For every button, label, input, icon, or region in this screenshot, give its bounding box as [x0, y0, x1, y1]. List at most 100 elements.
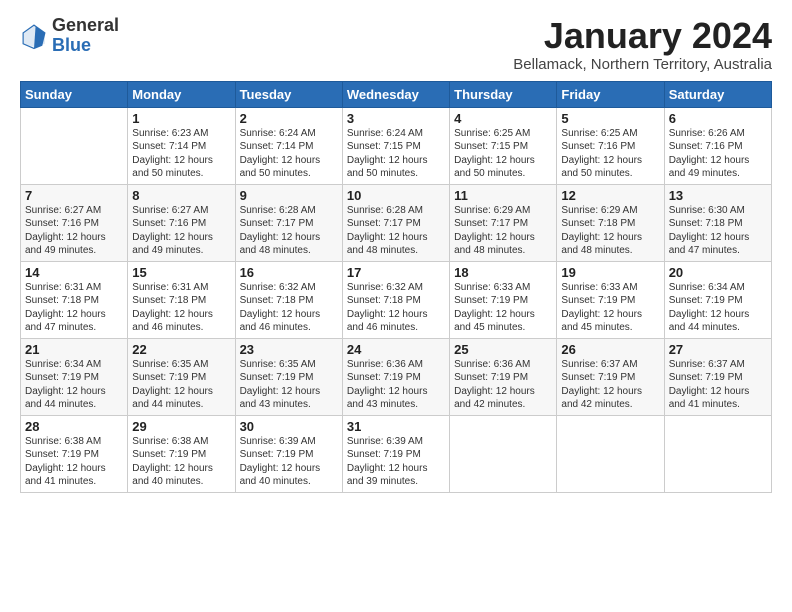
- calendar-cell: 24 Sunrise: 6:36 AMSunset: 7:19 PMDayligh…: [342, 338, 449, 415]
- day-info: Sunrise: 6:32 AMSunset: 7:18 PMDaylight:…: [240, 282, 321, 334]
- day-info: Sunrise: 6:28 AMSunset: 7:17 PMDaylight:…: [347, 205, 428, 257]
- calendar-week-1: 7 Sunrise: 6:27 AMSunset: 7:16 PMDaylight…: [21, 184, 772, 261]
- day-info: Sunrise: 6:27 AMSunset: 7:16 PMDaylight:…: [132, 205, 213, 257]
- logo-general-text: General: [52, 16, 119, 36]
- calendar-cell: 27 Sunrise: 6:37 AMSunset: 7:19 PMDayligh…: [664, 338, 771, 415]
- calendar-cell: 29Sunrise: 6:38 AMSunset: 7:19 PMDayligh…: [128, 415, 235, 492]
- day-info: Sunrise: 6:32 AMSunset: 7:18 PMDaylight:…: [347, 282, 428, 334]
- day-info: Sunrise: 6:29 AMSunset: 7:17 PMDaylight:…: [454, 205, 535, 257]
- calendar-cell: 31 Sunrise: 6:39 AMSunset: 7:19 PMDayligh…: [342, 415, 449, 492]
- day-info: Sunrise: 6:37 AMSunset: 7:19 PMDaylight:…: [669, 359, 750, 411]
- col-friday: Friday: [557, 81, 664, 107]
- day-info: Sunrise: 6:33 AMSunset: 7:19 PMDaylight:…: [454, 282, 535, 334]
- day-info: Sunrise: 6:26 AMSunset: 7:16 PMDaylight:…: [669, 128, 750, 180]
- calendar-cell: 6Sunrise: 6:26 AMSunset: 7:16 PMDaylight…: [664, 107, 771, 184]
- day-info: Sunrise: 6:28 AMSunset: 7:17 PMDaylight:…: [240, 205, 321, 257]
- logo-text: General Blue: [52, 16, 119, 56]
- day-info: Sunrise: 6:39 AMSunset: 7:19 PMDaylight:…: [240, 436, 321, 488]
- day-number: 18: [454, 265, 552, 280]
- day-number: 5: [561, 111, 659, 126]
- day-info: Sunrise: 6:38 AMSunset: 7:19 PMDaylight:…: [25, 436, 106, 488]
- day-number: 20: [669, 265, 767, 280]
- header: General Blue January 2024 Bellamack, Nor…: [20, 16, 772, 73]
- calendar-cell: [664, 415, 771, 492]
- day-info: Sunrise: 6:31 AMSunset: 7:18 PMDaylight:…: [132, 282, 213, 334]
- day-info: Sunrise: 6:24 AMSunset: 7:15 PMDaylight:…: [347, 128, 428, 180]
- day-number: 25: [454, 342, 552, 357]
- day-number: 28: [25, 419, 123, 434]
- day-number: 9: [240, 188, 338, 203]
- day-number: 7: [25, 188, 123, 203]
- logo-icon: [20, 22, 48, 50]
- day-info: Sunrise: 6:37 AMSunset: 7:19 PMDaylight:…: [561, 359, 642, 411]
- calendar-week-2: 14 Sunrise: 6:31 AMSunset: 7:18 PMDayligh…: [21, 261, 772, 338]
- calendar-header: Sunday Monday Tuesday Wednesday Thursday…: [21, 81, 772, 107]
- day-number: 22: [132, 342, 230, 357]
- calendar-cell: 28 Sunrise: 6:38 AMSunset: 7:19 PMDayligh…: [21, 415, 128, 492]
- page: General Blue January 2024 Bellamack, Nor…: [0, 0, 792, 503]
- calendar-cell: 19 Sunrise: 6:33 AMSunset: 7:19 PMDayligh…: [557, 261, 664, 338]
- day-number: 12: [561, 188, 659, 203]
- header-row: Sunday Monday Tuesday Wednesday Thursday…: [21, 81, 772, 107]
- calendar-cell: 14 Sunrise: 6:31 AMSunset: 7:18 PMDayligh…: [21, 261, 128, 338]
- day-info: Sunrise: 6:36 AMSunset: 7:19 PMDaylight:…: [347, 359, 428, 411]
- calendar-cell: 4Sunrise: 6:25 AMSunset: 7:15 PMDaylight…: [450, 107, 557, 184]
- day-info: Sunrise: 6:35 AMSunset: 7:19 PMDaylight:…: [240, 359, 321, 411]
- day-number: 17: [347, 265, 445, 280]
- day-number: 14: [25, 265, 123, 280]
- calendar-cell: 8 Sunrise: 6:27 AMSunset: 7:16 PMDaylight…: [128, 184, 235, 261]
- day-number: 4: [454, 111, 552, 126]
- calendar-cell: [21, 107, 128, 184]
- day-number: 13: [669, 188, 767, 203]
- day-number: 10: [347, 188, 445, 203]
- day-info: Sunrise: 6:29 AMSunset: 7:18 PMDaylight:…: [561, 205, 642, 257]
- logo: General Blue: [20, 16, 119, 56]
- calendar-week-3: 21Sunrise: 6:34 AMSunset: 7:19 PMDayligh…: [21, 338, 772, 415]
- col-tuesday: Tuesday: [235, 81, 342, 107]
- calendar-cell: 21Sunrise: 6:34 AMSunset: 7:19 PMDayligh…: [21, 338, 128, 415]
- calendar-cell: 16Sunrise: 6:32 AMSunset: 7:18 PMDayligh…: [235, 261, 342, 338]
- calendar-cell: 18 Sunrise: 6:33 AMSunset: 7:19 PMDayligh…: [450, 261, 557, 338]
- day-number: 15: [132, 265, 230, 280]
- day-info: Sunrise: 6:23 AMSunset: 7:14 PMDaylight:…: [132, 128, 213, 180]
- calendar-cell: 22 Sunrise: 6:35 AMSunset: 7:19 PMDayligh…: [128, 338, 235, 415]
- calendar-week-0: 1Sunrise: 6:23 AMSunset: 7:14 PMDaylight…: [21, 107, 772, 184]
- calendar-cell: 15 Sunrise: 6:31 AMSunset: 7:18 PMDayligh…: [128, 261, 235, 338]
- month-title: January 2024: [513, 16, 772, 56]
- logo-blue-text: Blue: [52, 36, 119, 56]
- col-wednesday: Wednesday: [342, 81, 449, 107]
- day-number: 19: [561, 265, 659, 280]
- day-info: Sunrise: 6:36 AMSunset: 7:19 PMDaylight:…: [454, 359, 535, 411]
- day-info: Sunrise: 6:33 AMSunset: 7:19 PMDaylight:…: [561, 282, 642, 334]
- day-number: 27: [669, 342, 767, 357]
- col-monday: Monday: [128, 81, 235, 107]
- calendar-cell: 25 Sunrise: 6:36 AMSunset: 7:19 PMDayligh…: [450, 338, 557, 415]
- day-info: Sunrise: 6:30 AMSunset: 7:18 PMDaylight:…: [669, 205, 750, 257]
- day-number: 11: [454, 188, 552, 203]
- day-number: 26: [561, 342, 659, 357]
- calendar-cell: 23Sunrise: 6:35 AMSunset: 7:19 PMDayligh…: [235, 338, 342, 415]
- day-info: Sunrise: 6:38 AMSunset: 7:19 PMDaylight:…: [132, 436, 213, 488]
- calendar-cell: 17 Sunrise: 6:32 AMSunset: 7:18 PMDayligh…: [342, 261, 449, 338]
- day-number: 8: [132, 188, 230, 203]
- day-number: 24: [347, 342, 445, 357]
- day-number: 21: [25, 342, 123, 357]
- location-title: Bellamack, Northern Territory, Australia: [513, 56, 772, 73]
- calendar-cell: 26 Sunrise: 6:37 AMSunset: 7:19 PMDayligh…: [557, 338, 664, 415]
- calendar-body: 1Sunrise: 6:23 AMSunset: 7:14 PMDaylight…: [21, 107, 772, 492]
- day-info: Sunrise: 6:39 AMSunset: 7:19 PMDaylight:…: [347, 436, 428, 488]
- col-saturday: Saturday: [664, 81, 771, 107]
- day-info: Sunrise: 6:24 AMSunset: 7:14 PMDaylight:…: [240, 128, 321, 180]
- day-number: 31: [347, 419, 445, 434]
- day-info: Sunrise: 6:35 AMSunset: 7:19 PMDaylight:…: [132, 359, 213, 411]
- col-thursday: Thursday: [450, 81, 557, 107]
- calendar-cell: [450, 415, 557, 492]
- title-block: January 2024 Bellamack, Northern Territo…: [513, 16, 772, 73]
- day-number: 2: [240, 111, 338, 126]
- calendar-cell: 9 Sunrise: 6:28 AMSunset: 7:17 PMDaylight…: [235, 184, 342, 261]
- day-info: Sunrise: 6:31 AMSunset: 7:18 PMDaylight:…: [25, 282, 106, 334]
- calendar-cell: 12 Sunrise: 6:29 AMSunset: 7:18 PMDayligh…: [557, 184, 664, 261]
- calendar-cell: 5Sunrise: 6:25 AMSunset: 7:16 PMDaylight…: [557, 107, 664, 184]
- day-number: 3: [347, 111, 445, 126]
- calendar-cell: 2 Sunrise: 6:24 AMSunset: 7:14 PMDaylight…: [235, 107, 342, 184]
